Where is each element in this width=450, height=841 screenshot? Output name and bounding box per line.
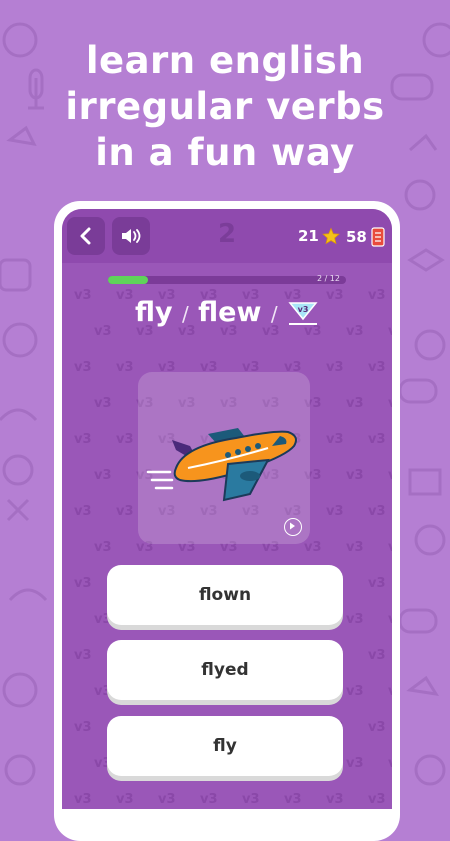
pattern-text: v3: [346, 612, 364, 627]
play-icon: [290, 522, 295, 530]
pattern-text: v3: [388, 612, 392, 627]
answer-option[interactable]: flyed: [107, 640, 343, 700]
stars-count: 21: [298, 227, 319, 245]
pattern-text: v3: [94, 540, 112, 555]
pattern-text: v3: [116, 504, 134, 519]
promo-headline: learn english irregular verbs in a fun w…: [0, 38, 450, 176]
pattern-text: v3: [74, 648, 92, 663]
pattern-text: v3: [346, 756, 364, 771]
sound-button[interactable]: [112, 217, 150, 255]
pattern-text: v3: [94, 396, 112, 411]
stars-counter: 21: [298, 227, 340, 245]
pattern-text: v3: [368, 360, 386, 375]
picture-card: [138, 372, 310, 544]
v3-badge-text: v3: [298, 305, 309, 314]
pattern-text: v3: [116, 432, 134, 447]
coins-counter: 58: [346, 227, 386, 247]
level-number: 2: [217, 219, 237, 249]
play-sound-button[interactable]: [284, 518, 302, 536]
pattern-text: v3: [74, 360, 92, 375]
v3-badge: v3: [287, 300, 319, 325]
headline-line-2: irregular verbs: [65, 85, 385, 128]
pattern-text: v3: [74, 432, 92, 447]
back-button[interactable]: [67, 217, 105, 255]
verb-form-1: fly: [134, 297, 173, 328]
separator: /: [270, 302, 278, 326]
answer-option[interactable]: flown: [107, 565, 343, 625]
pattern-text: v3: [346, 540, 364, 555]
headline-line-1: learn english: [85, 39, 365, 82]
pattern-text: v3: [368, 720, 386, 735]
pattern-text: v3: [346, 396, 364, 411]
answer-option[interactable]: fly: [107, 716, 343, 776]
pattern-text: v3: [326, 432, 344, 447]
progress-fill: [108, 276, 148, 284]
coins-count: 58: [346, 228, 367, 246]
separator: /: [182, 302, 189, 326]
pattern-text: v3: [388, 396, 392, 411]
star-icon: [322, 227, 340, 245]
pattern-text: v3: [388, 756, 392, 771]
pattern-text: v3: [388, 540, 392, 555]
ticket-icon: [371, 227, 385, 247]
pattern-text: v3: [368, 432, 386, 447]
pattern-text: v3: [368, 504, 386, 519]
pattern-text: v3: [346, 684, 364, 699]
pattern-text: v3: [116, 360, 134, 375]
verb-form-2: flew: [198, 297, 262, 328]
pattern-text: v3: [388, 684, 392, 699]
pattern-text: v3: [368, 576, 386, 591]
pattern-text: v3: [368, 648, 386, 663]
progress-label: 2 / 12: [316, 274, 340, 283]
verb-question: fly / flew / v3: [62, 297, 392, 328]
pattern-text: v3: [346, 468, 364, 483]
speaker-icon: [122, 229, 141, 243]
game-screen: v3 v3 v3 v3 v3 v3 v3 v3 v3 v3 v3 v3 v3 v3 v3 v3 v3 v3 v3 v3…: [62, 209, 392, 809]
pattern-text: v3: [94, 468, 112, 483]
progress-bar: 2 / 12: [108, 274, 346, 284]
chevron-left-icon: [80, 227, 91, 245]
pattern-text: v3: [388, 468, 392, 483]
pattern-text: v3: [326, 504, 344, 519]
pattern-text: v3: [326, 360, 344, 375]
headline-line-3: in a fun way: [95, 131, 355, 174]
top-bar: 2 21 58: [62, 209, 392, 263]
pattern-text: v3: [74, 504, 92, 519]
pattern-text: v3: [74, 576, 92, 591]
pattern-text: v3: [74, 720, 92, 735]
